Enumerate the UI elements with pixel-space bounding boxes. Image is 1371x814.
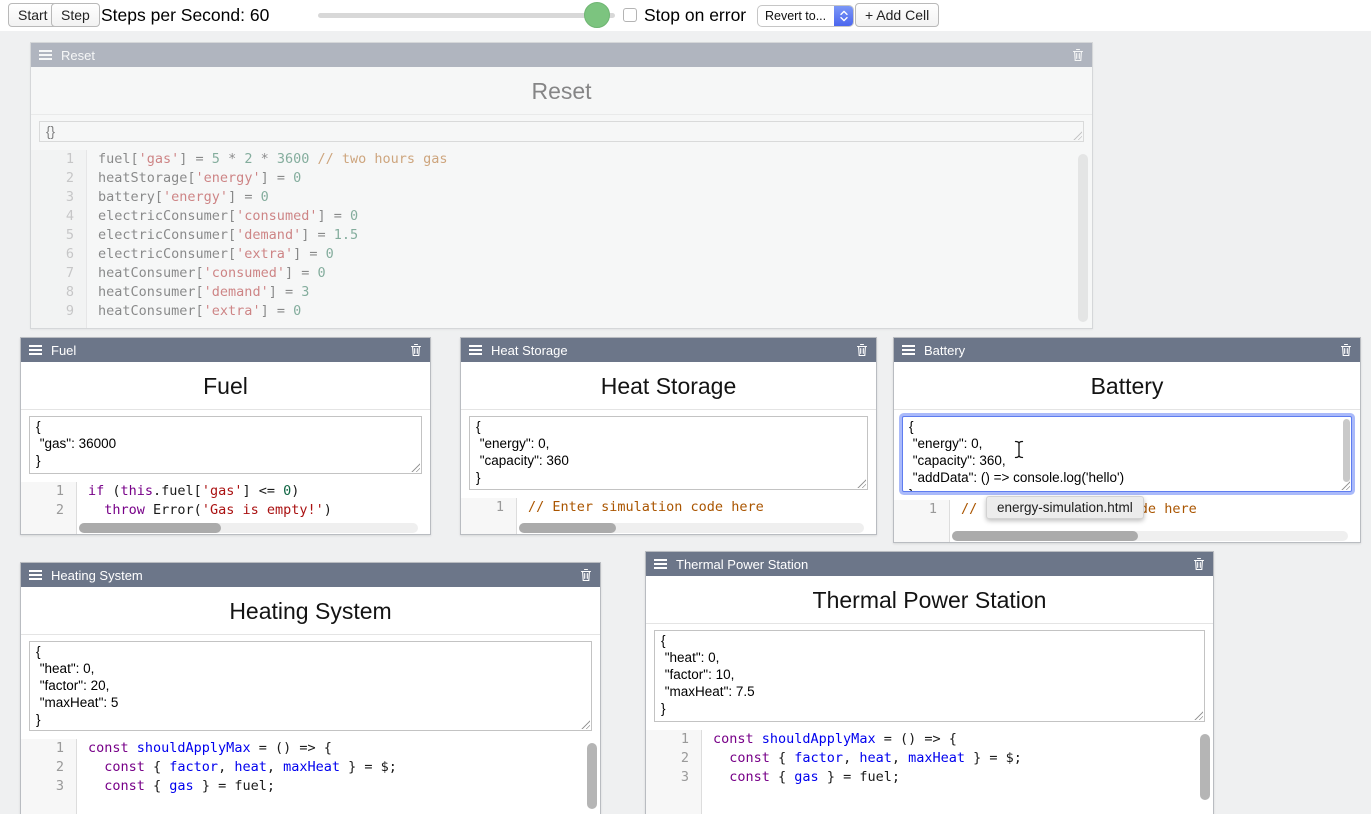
delete-cell-icon[interactable] <box>856 343 868 357</box>
state-json-value: { "heat": 0, "factor": 10, "maxHeat": 7.… <box>661 632 1198 717</box>
delete-cell-icon[interactable] <box>1340 343 1352 357</box>
cell-title: Battery <box>894 362 1360 409</box>
drag-handle-icon[interactable] <box>39 50 52 60</box>
state-json-value: { "heat": 0, "factor": 20, "maxHeat": 5 … <box>36 643 585 728</box>
code-editor[interactable]: 1// Enter simulation code here <box>461 498 876 534</box>
select-stepper-icon <box>834 6 853 26</box>
revert-to-select[interactable]: Revert to... <box>757 5 854 27</box>
cell-battery-header[interactable]: Battery <box>894 338 1360 362</box>
state-json-input[interactable]: { "gas": 36000 } <box>29 416 422 474</box>
state-json-input[interactable]: { "energy": 0, "capacity": 360 } <box>469 416 868 490</box>
state-json-value: { "gas": 36000 } <box>36 418 415 469</box>
state-json-value: {} <box>46 123 1077 140</box>
cell-thermal-power-station: Thermal Power Station Thermal Power Stat… <box>645 551 1214 814</box>
cell-title: Heating System <box>21 587 600 634</box>
cell-heat-storage-header[interactable]: Heat Storage <box>461 338 876 362</box>
cell-battery: Battery Battery { "energy": 0, "capacity… <box>893 337 1361 543</box>
state-json-input[interactable]: { "energy": 0, "capacity": 360, "addData… <box>902 416 1352 492</box>
toolbar: Start Step Steps per Second: 60 Stop on … <box>0 0 1371 31</box>
drag-handle-icon[interactable] <box>654 559 667 569</box>
divider <box>646 623 1213 624</box>
code-horizontal-scrollbar[interactable] <box>952 531 1348 541</box>
state-json-input[interactable]: {} <box>39 121 1084 142</box>
cell-reset-header[interactable]: Reset <box>31 43 1092 67</box>
steps-slider-track[interactable] <box>318 13 615 18</box>
cell-reset: Reset Reset {} 1fuel['gas'] = 5 * 2 * 36… <box>30 42 1093 329</box>
code-editor[interactable]: 1fuel['gas'] = 5 * 2 * 3600 // two hours… <box>31 150 1092 328</box>
state-json-input[interactable]: { "heat": 0, "factor": 10, "maxHeat": 7.… <box>654 630 1205 722</box>
steps-per-second-label: Steps per Second: 60 <box>101 0 269 31</box>
steps-per-second-value: 60 <box>250 5 269 25</box>
code-vertical-scrollbar[interactable] <box>1078 154 1088 322</box>
code-horizontal-scrollbar[interactable] <box>79 523 418 533</box>
cell-fuel: Fuel Fuel { "gas": 36000 } 1if (this.fue… <box>20 337 431 535</box>
code-vertical-scrollbar[interactable] <box>1200 734 1210 800</box>
cell-title: Fuel <box>21 362 430 409</box>
drag-handle-icon[interactable] <box>469 345 482 355</box>
state-json-value: { "energy": 0, "capacity": 360 } <box>476 418 861 486</box>
textarea-vertical-scrollbar[interactable] <box>1343 419 1350 482</box>
filename-tooltip: energy-simulation.html <box>986 496 1144 519</box>
divider <box>461 409 876 410</box>
cell-header-label: Reset <box>61 48 95 63</box>
text-cursor-icon <box>1014 440 1024 464</box>
cell-header-label: Thermal Power Station <box>676 557 808 572</box>
cell-fuel-header[interactable]: Fuel <box>21 338 430 362</box>
app-root: Start Step Steps per Second: 60 Stop on … <box>0 0 1371 814</box>
revert-to-select-value: Revert to... <box>758 6 834 26</box>
cell-heating-system: Heating System Heating System { "heat": … <box>20 562 601 814</box>
cell-header-label: Heat Storage <box>491 343 568 358</box>
code-editor[interactable]: 1const shouldApplyMax = () => {2 const {… <box>21 739 600 814</box>
drag-handle-icon[interactable] <box>902 345 915 355</box>
cell-header-label: Heating System <box>51 568 143 583</box>
stop-on-error-checkbox[interactable] <box>623 8 637 22</box>
code-horizontal-scrollbar[interactable] <box>519 523 864 533</box>
state-json-value: { "energy": 0, "capacity": 360, "addData… <box>909 418 1345 492</box>
step-button[interactable]: Step <box>51 3 100 27</box>
drag-handle-icon[interactable] <box>29 345 42 355</box>
cell-header-label: Fuel <box>51 343 76 358</box>
divider <box>31 114 1092 115</box>
divider <box>21 409 430 410</box>
delete-cell-icon[interactable] <box>1193 557 1205 571</box>
state-json-input[interactable]: { "heat": 0, "factor": 20, "maxHeat": 5 … <box>29 641 592 731</box>
code-editor[interactable]: 1if (this.fuel['gas'] <= 0)2 throw Error… <box>21 482 430 534</box>
stop-on-error-label: Stop on error <box>644 0 746 31</box>
cell-title: Reset <box>31 67 1092 114</box>
divider <box>894 409 1360 410</box>
drag-handle-icon[interactable] <box>29 570 42 580</box>
cell-header-label: Battery <box>924 343 965 358</box>
cell-title: Heat Storage <box>461 362 876 409</box>
code-editor[interactable]: 1const shouldApplyMax = () => {2 const {… <box>646 730 1213 814</box>
cell-title: Thermal Power Station <box>646 576 1213 623</box>
add-cell-button[interactable]: + Add Cell <box>855 3 939 27</box>
divider <box>21 634 600 635</box>
delete-cell-icon[interactable] <box>580 568 592 582</box>
delete-cell-icon[interactable] <box>1072 48 1084 62</box>
cell-heating-system-header[interactable]: Heating System <box>21 563 600 587</box>
cell-heat-storage: Heat Storage Heat Storage { "energy": 0,… <box>460 337 877 535</box>
delete-cell-icon[interactable] <box>410 343 422 357</box>
steps-slider-thumb[interactable] <box>584 2 610 28</box>
cell-thermal-power-station-header[interactable]: Thermal Power Station <box>646 552 1213 576</box>
code-vertical-scrollbar[interactable] <box>587 743 597 809</box>
